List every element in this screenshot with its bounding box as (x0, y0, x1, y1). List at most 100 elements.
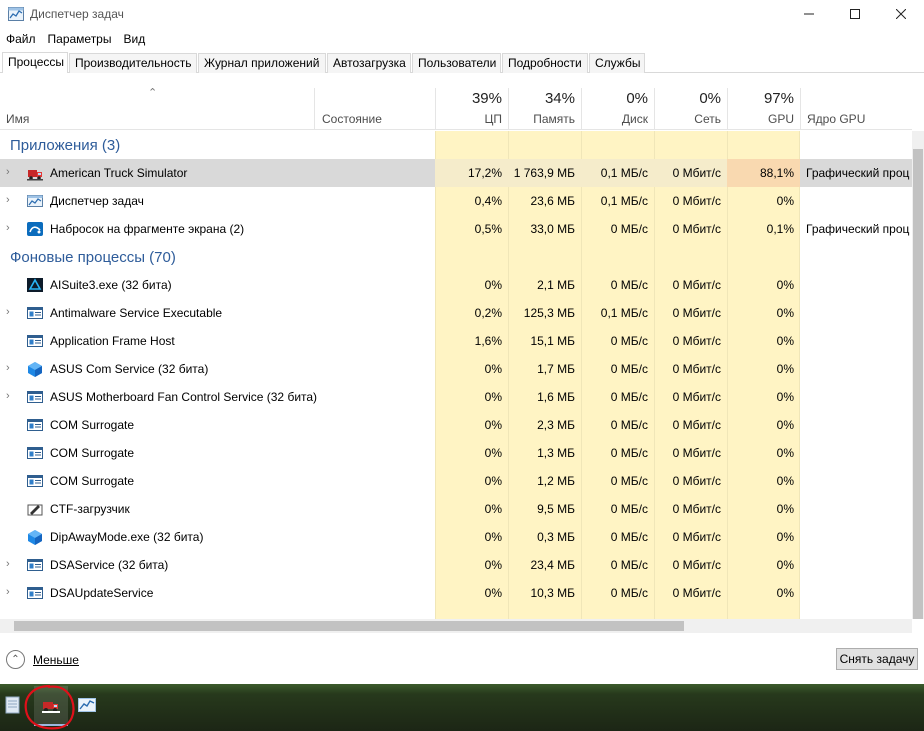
process-name: Диспетчер задач (50, 194, 144, 208)
process-row[interactable]: Application Frame Host 1,6% 15,1 МБ 0 МБ/с 0… (0, 327, 912, 355)
menu-file[interactable]: Файл (0, 29, 42, 49)
task-manager-icon[interactable] (76, 694, 98, 716)
tab-users[interactable]: Пользователи (412, 53, 501, 73)
menu-view[interactable]: Вид (117, 29, 151, 49)
cpu-total: 39% (471, 90, 502, 107)
end-task-button[interactable]: Снять задачу (836, 648, 918, 670)
cell-disk: 0 МБ/с (610, 474, 648, 488)
chevron-right-icon[interactable]: › (6, 558, 16, 570)
cell-gpu: 0% (776, 390, 794, 404)
cell-disk: 0 МБ/с (610, 558, 648, 572)
horizontal-scroll-thumb[interactable] (14, 621, 684, 631)
cell-gpu: 0% (776, 502, 794, 516)
cell-cpu: 0% (484, 446, 502, 460)
asus-cube-icon (28, 530, 42, 545)
tab-app-history[interactable]: Журнал приложений (198, 53, 326, 73)
process-name: DSAService (32 бита) (50, 558, 169, 572)
close-button[interactable] (878, 0, 924, 28)
cell-cpu: 0% (484, 278, 502, 292)
task-manager-icon (27, 195, 43, 207)
service-window-icon (27, 447, 43, 459)
col-name[interactable]: Имя (0, 88, 314, 130)
process-row[interactable]: COM Surrogate 0% 1,2 МБ 0 МБ/с 0 Мбит/с 0% (0, 467, 912, 495)
process-row[interactable]: COM Surrogate 0% 1,3 МБ 0 МБ/с 0 Мбит/с 0% (0, 439, 912, 467)
col-memory-label: Память (533, 112, 575, 126)
tab-details[interactable]: Подробности (502, 53, 588, 73)
cell-net: 0 Мбит/с (672, 334, 721, 348)
chevron-right-icon[interactable]: › (6, 194, 16, 206)
cell-cpu: 17,2% (467, 166, 502, 180)
col-memory[interactable]: 34% Память (508, 88, 581, 130)
cell-net: 0 Мбит/с (672, 586, 721, 600)
process-row[interactable]: › Antimalware Service Executable 0,2% 125,3… (0, 299, 912, 327)
cell-gpu: 0% (776, 362, 794, 376)
truck-icon[interactable] (40, 694, 62, 716)
chevron-right-icon[interactable]: › (6, 306, 16, 318)
chevron-up-icon: ⌃ (6, 650, 25, 669)
col-network[interactable]: 0% Сеть (654, 88, 727, 130)
cell-gpu: 0% (776, 586, 794, 600)
tab-performance[interactable]: Производительность (69, 53, 197, 73)
cell-mem: 125,3 МБ (523, 306, 575, 320)
process-row[interactable]: › ASUS Com Service (32 бита) 0% 1,7 МБ 0 МБ/… (0, 355, 912, 383)
footer: ⌃ Меньше Снять задачу (0, 638, 924, 684)
cell-net: 0 Мбит/с (672, 278, 721, 292)
process-row[interactable]: AISuite3.exe (32 бита) 0% 2,1 МБ 0 МБ/с 0 Мб… (0, 271, 912, 299)
cell-net: 0 Мбит/с (672, 222, 721, 236)
process-row[interactable]: DipAwayMode.exe (32 бита) 0% 0,3 МБ 0 МБ/с 0… (0, 523, 912, 551)
process-row[interactable]: › American Truck Simulator 17,2% 1 763,9 МБ… (0, 159, 912, 187)
col-disk[interactable]: 0% Диск (581, 88, 654, 130)
cell-mem: 33,0 МБ (530, 222, 575, 236)
service-window-icon (27, 559, 43, 571)
cell-disk: 0 МБ/с (610, 222, 648, 236)
process-row[interactable]: › DSAService (32 бита) 0% 23,4 МБ 0 МБ/с 0 Мб… (0, 551, 912, 579)
cell-disk: 0 МБ/с (610, 390, 648, 404)
process-row[interactable]: › Набросок на фрагменте экрана (2) 0,5% 33,… (0, 215, 912, 243)
tab-processes[interactable]: Процессы (2, 52, 68, 73)
chevron-right-icon[interactable]: › (6, 362, 16, 374)
gpu-total: 97% (763, 90, 794, 107)
chevron-right-icon[interactable]: › (6, 390, 16, 402)
minimize-icon (804, 13, 814, 15)
cell-mem: 23,6 МБ (530, 194, 575, 208)
cell-mem: 15,1 МБ (530, 334, 575, 348)
vertical-scroll-thumb[interactable] (913, 149, 923, 619)
process-row[interactable]: COM Surrogate 0% 2,3 МБ 0 МБ/с 0 Мбит/с 0% (0, 411, 912, 439)
chevron-right-icon[interactable]: › (6, 586, 16, 598)
cell-net: 0 Мбит/с (672, 446, 721, 460)
col-gpu-label: GPU (767, 112, 794, 126)
asus-cube-icon (28, 362, 42, 377)
maximize-button[interactable] (832, 0, 878, 28)
minimize-button[interactable] (786, 0, 832, 28)
tab-startup[interactable]: Автозагрузка (327, 53, 411, 73)
cell-cpu: 1,6% (474, 334, 502, 348)
notepad-icon[interactable] (2, 694, 24, 716)
vertical-scrollbar[interactable] (912, 131, 924, 619)
col-gpu[interactable]: 97% GPU (727, 88, 800, 130)
cell-cpu: 0% (484, 362, 502, 376)
process-row[interactable]: CTF-загрузчик 0% 9,5 МБ 0 МБ/с 0 Мбит/с 0% (0, 495, 912, 523)
col-gpu-engine[interactable]: Ядро GPU (800, 88, 912, 130)
group-header[interactable]: Фоновые процессы (70) (0, 243, 912, 271)
menu-options[interactable]: Параметры (42, 29, 118, 49)
cell-net: 0 Мбит/с (672, 474, 721, 488)
group-header[interactable]: Приложения (3) (0, 131, 912, 159)
process-row[interactable]: › Диспетчер задач 0,4% 23,6 МБ 0,1 МБ/с 0 Мби… (0, 187, 912, 215)
chevron-right-icon[interactable]: › (6, 222, 16, 234)
horizontal-scrollbar[interactable] (0, 619, 912, 633)
tab-services[interactable]: Службы (589, 53, 645, 73)
process-row[interactable]: › DSAUpdateService 0% 10,3 МБ 0 МБ/с 0 Мбит/с… (0, 579, 912, 607)
cell-mem: 0,3 МБ (537, 530, 575, 544)
process-name: Application Frame Host (50, 334, 175, 348)
col-cpu[interactable]: 39% ЦП (435, 88, 508, 130)
cell-disk: 0,1 МБ/с (600, 306, 648, 320)
cell-disk: 0 МБ/с (610, 530, 648, 544)
snip-sketch-icon (27, 222, 43, 236)
cell-net: 0 Мбит/с (672, 166, 721, 180)
fewer-details-button[interactable]: ⌃ Меньше (6, 650, 79, 669)
process-row[interactable]: › ASUS Motherboard Fan Control Service (3… (0, 383, 912, 411)
col-status[interactable]: Состояние (314, 88, 435, 130)
cell-disk: 0 МБ/с (610, 334, 648, 348)
chevron-right-icon[interactable]: › (6, 166, 16, 178)
col-disk-label: Диск (621, 112, 648, 126)
